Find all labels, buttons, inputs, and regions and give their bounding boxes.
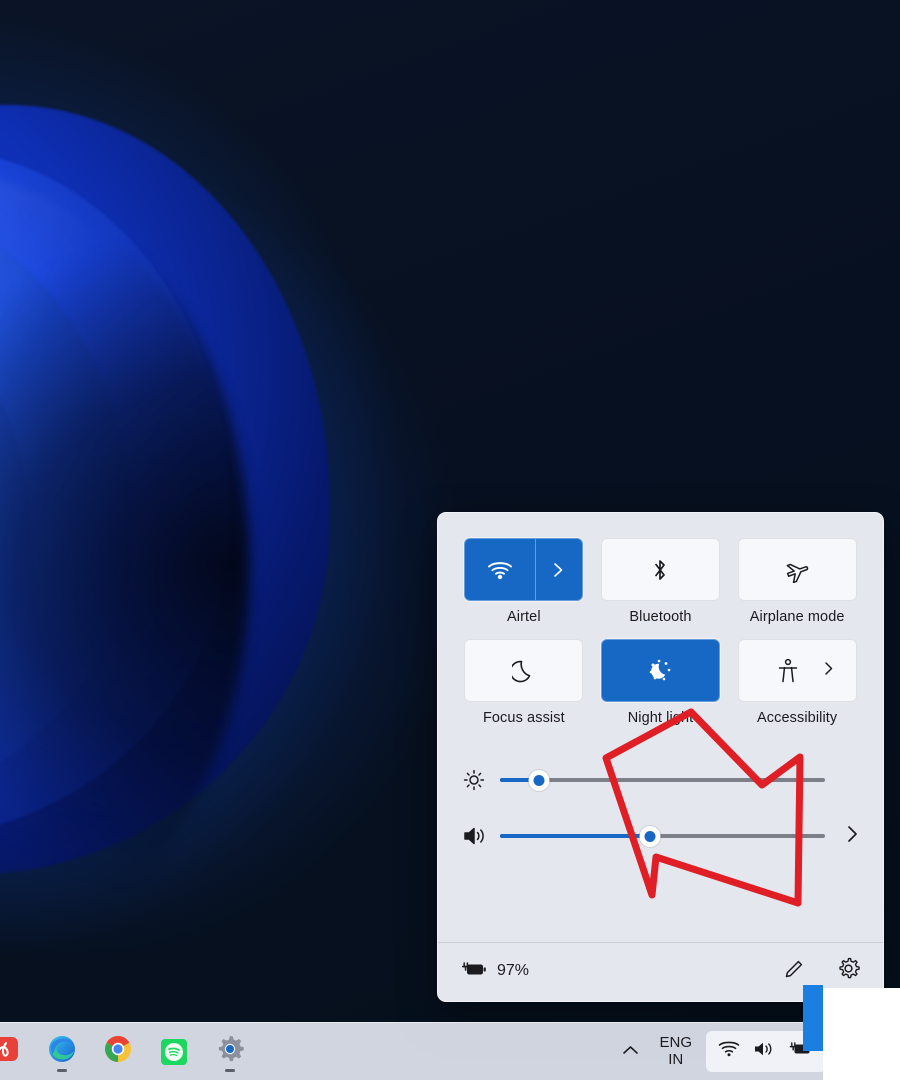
tile-cell-focus-assist: Focus assist — [462, 639, 586, 726]
quick-settings-sliders — [438, 726, 883, 864]
brightness-slider-row — [462, 752, 859, 808]
chevron-right-icon — [846, 824, 859, 849]
tile-accessibility[interactable] — [737, 639, 857, 702]
spotify-icon — [161, 1038, 187, 1065]
running-indicator — [57, 1068, 67, 1072]
taskbar-apps — [0, 1030, 252, 1074]
tile-label-wifi: Airtel — [507, 609, 541, 625]
chevron-right-icon — [553, 562, 564, 578]
moon-icon — [511, 658, 536, 684]
volume-slider[interactable] — [500, 825, 825, 847]
taskbar: ENG IN — [0, 1022, 900, 1080]
wifi-icon — [718, 1040, 740, 1063]
brightness-slider-thumb[interactable] — [528, 769, 550, 791]
capture-artifact-blue-bar — [803, 985, 823, 1051]
volume-slider-fill — [500, 834, 650, 838]
footer-action-buttons — [782, 956, 861, 986]
tile-wifi[interactable] — [464, 538, 584, 601]
taskbar-app-settings[interactable] — [208, 1030, 252, 1074]
tile-cell-accessibility: Accessibility — [735, 639, 859, 726]
language-region: IN — [668, 1050, 684, 1068]
tile-label-airplane-mode: Airplane mode — [749, 609, 845, 625]
bluetooth-icon — [651, 556, 669, 584]
battery-percent-label: 97% — [497, 962, 530, 979]
night-light-icon — [645, 657, 675, 685]
pdf-reader-icon — [0, 1034, 21, 1069]
volume-slider-thumb[interactable] — [639, 825, 660, 847]
wifi-icon — [487, 560, 513, 580]
tile-label-bluetooth: Bluetooth — [629, 609, 692, 625]
chevron-right-icon[interactable] — [824, 661, 834, 681]
quick-settings-panel: Airtel Bluetooth Airplane mode Focus ass… — [437, 512, 884, 1002]
tile-cell-bluetooth: Bluetooth — [599, 538, 723, 625]
taskbar-app-spotify[interactable] — [152, 1030, 196, 1074]
wallpaper-bloom — [0, 95, 410, 925]
tile-focus-assist[interactable] — [464, 639, 584, 702]
language-indicator[interactable]: ENG IN — [659, 1034, 692, 1068]
accessibility-icon — [776, 657, 800, 685]
volume-icon — [753, 1040, 775, 1063]
volume-icon — [462, 824, 500, 848]
tile-label-accessibility: Accessibility — [757, 710, 838, 726]
airplane-icon — [783, 557, 811, 583]
taskbar-app-pdf[interactable] — [0, 1030, 28, 1074]
capture-artifact-white-overlay — [823, 988, 900, 1080]
edge-icon — [46, 1033, 78, 1070]
volume-slider-row — [462, 808, 859, 864]
taskbar-app-edge[interactable] — [40, 1030, 84, 1074]
taskbar-app-chrome[interactable] — [96, 1030, 140, 1074]
tile-bluetooth[interactable] — [600, 538, 720, 601]
pencil-icon[interactable] — [782, 957, 806, 986]
tile-wifi-expand[interactable] — [536, 539, 583, 600]
running-indicator — [225, 1068, 235, 1072]
tile-label-night-light: Night light — [627, 710, 694, 726]
battery-status[interactable]: 97% — [460, 959, 529, 984]
tile-airplane-mode[interactable] — [737, 538, 857, 601]
tile-wifi-toggle[interactable] — [465, 539, 536, 600]
tile-label-focus-assist: Focus assist — [482, 710, 565, 726]
chrome-icon — [102, 1033, 134, 1070]
gear-icon[interactable] — [836, 956, 861, 986]
tile-cell-airplane: Airplane mode — [735, 538, 859, 625]
quick-settings-tile-grid: Airtel Bluetooth Airplane mode Focus ass… — [438, 513, 883, 726]
settings-gear-icon — [214, 1033, 246, 1070]
battery-charging-icon — [460, 959, 488, 984]
tile-cell-night-light: Night light — [599, 639, 723, 726]
chevron-up-icon[interactable] — [616, 1037, 645, 1067]
brightness-slider[interactable] — [500, 769, 825, 791]
tile-night-light[interactable] — [600, 639, 720, 702]
tile-cell-wifi: Airtel — [462, 538, 586, 625]
language-primary: ENG — [659, 1034, 692, 1052]
volume-expand-button[interactable] — [825, 824, 859, 849]
brightness-icon — [462, 768, 500, 792]
